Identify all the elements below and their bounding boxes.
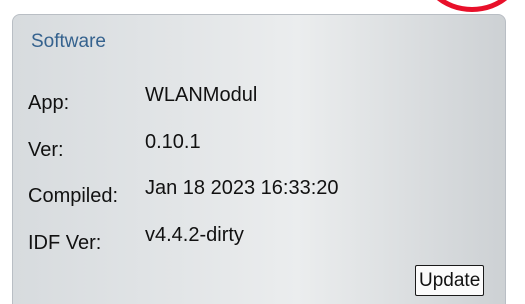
software-panel: Software App: WLANModul Ver: 0.10.1 Comp… xyxy=(12,14,506,304)
highlight-circle-annotation xyxy=(418,0,525,12)
page: Software App: WLANModul Ver: 0.10.1 Comp… xyxy=(0,0,525,304)
app-label: App: xyxy=(28,92,70,114)
version-label: Ver: xyxy=(28,139,64,161)
software-panel-title: Software xyxy=(31,31,106,52)
compiled-value: Jan 18 2023 16:33:20 xyxy=(145,177,339,199)
app-value: WLANModul xyxy=(145,84,258,106)
version-value: 0.10.1 xyxy=(145,131,201,153)
idf-version-label: IDF Ver: xyxy=(28,232,102,254)
compiled-label: Compiled: xyxy=(28,185,119,207)
update-button[interactable]: Update xyxy=(415,265,485,296)
idf-version-value: v4.4.2-dirty xyxy=(145,224,244,246)
